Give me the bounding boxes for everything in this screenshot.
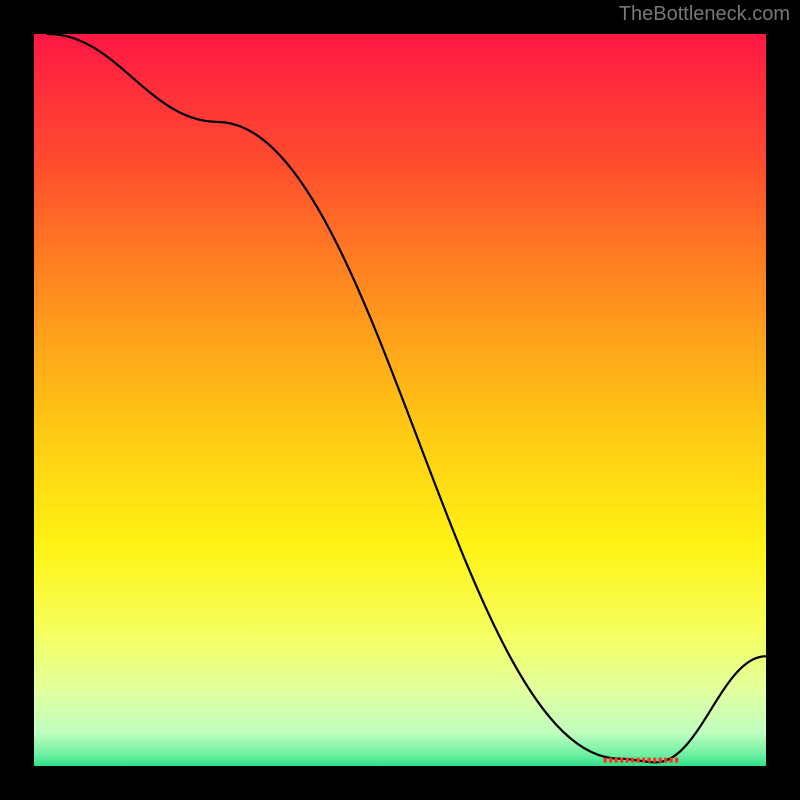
chart-container: { "attribution": "TheBottleneck.com", "c… — [0, 0, 800, 800]
plot-background-gradient — [34, 34, 766, 766]
attribution-text: TheBottleneck.com — [619, 3, 790, 26]
bottleneck-curve-chart — [30, 30, 770, 770]
